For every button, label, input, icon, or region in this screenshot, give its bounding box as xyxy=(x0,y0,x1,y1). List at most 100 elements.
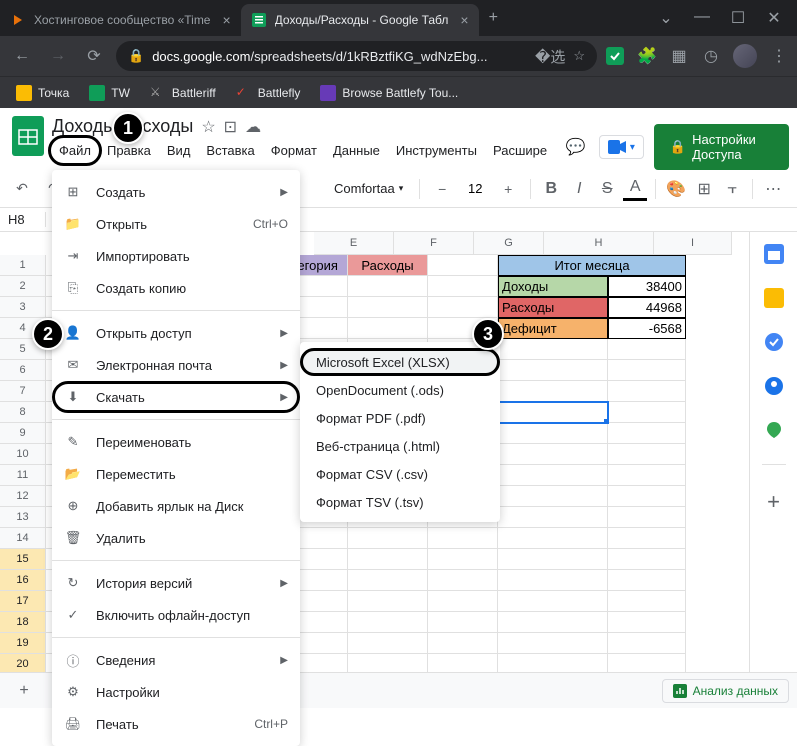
tasks-icon[interactable] xyxy=(764,332,784,352)
cell[interactable] xyxy=(428,276,498,297)
menu-item[interactable]: ⓘСведения▶ xyxy=(52,644,300,676)
cell[interactable] xyxy=(608,402,686,423)
submenu-item[interactable]: Веб-страница (.html) xyxy=(300,432,500,460)
menu-item-вставка[interactable]: Вставка xyxy=(199,139,261,162)
cell[interactable] xyxy=(608,381,686,402)
cell[interactable] xyxy=(498,570,608,591)
menu-item[interactable]: ⊕Добавить ярлык на Диск xyxy=(52,490,300,522)
row-header[interactable]: 9 xyxy=(0,423,46,444)
submenu-item[interactable]: OpenDocument (.ods) xyxy=(300,376,500,404)
meet-button[interactable]: ▾ xyxy=(599,135,644,159)
bookmark-item[interactable]: TW xyxy=(81,81,138,105)
cell[interactable] xyxy=(348,654,428,672)
undo-button[interactable]: ↶ xyxy=(8,175,36,203)
merge-button[interactable]: ⫟ xyxy=(720,177,744,201)
keep-icon[interactable] xyxy=(764,288,784,308)
row-header[interactable]: 12 xyxy=(0,486,46,507)
menu-icon[interactable]: ⋮ xyxy=(769,46,789,66)
font-select[interactable]: Comfortaa▾ xyxy=(326,181,411,196)
row-header[interactable]: 18 xyxy=(0,612,46,633)
menu-item[interactable]: ⚙Настройки xyxy=(52,676,300,708)
maps-icon[interactable] xyxy=(764,420,784,440)
cell[interactable] xyxy=(498,549,608,570)
forward-button[interactable]: → xyxy=(44,42,72,70)
menu-item[interactable]: 🖨ПечатьCtrl+P xyxy=(52,708,300,740)
translate-icon[interactable]: �选 xyxy=(535,46,565,67)
cell[interactable] xyxy=(348,318,428,339)
cell[interactable] xyxy=(348,549,428,570)
cell[interactable] xyxy=(498,612,608,633)
cell[interactable] xyxy=(348,633,428,654)
menu-item[interactable]: ⎘Создать копию xyxy=(52,272,300,304)
cell[interactable] xyxy=(498,507,608,528)
cell[interactable] xyxy=(608,339,686,360)
maximize-button[interactable]: ☐ xyxy=(729,8,747,28)
more-button[interactable]: ⋯ xyxy=(761,177,785,201)
cell[interactable] xyxy=(608,444,686,465)
menu-item-вид[interactable]: Вид xyxy=(160,139,198,162)
cell[interactable] xyxy=(428,612,498,633)
bookmark-item[interactable]: ⚔Battleriff xyxy=(142,81,224,105)
cell[interactable] xyxy=(348,591,428,612)
menu-item[interactable]: 👤Открыть доступ▶ xyxy=(52,317,300,349)
cell[interactable] xyxy=(498,423,608,444)
cell[interactable] xyxy=(498,444,608,465)
menu-item[interactable]: ✉Электронная почта▶ xyxy=(52,349,300,381)
cell[interactable] xyxy=(348,570,428,591)
cell[interactable]: Доходы xyxy=(498,276,608,297)
cell[interactable] xyxy=(428,633,498,654)
cell[interactable] xyxy=(608,486,686,507)
menu-item[interactable]: 🗑Удалить xyxy=(52,522,300,554)
cell[interactable] xyxy=(608,633,686,654)
cell[interactable]: 38400 xyxy=(608,276,686,297)
add-icon[interactable]: + xyxy=(764,489,784,509)
cell[interactable] xyxy=(498,633,608,654)
menu-item[interactable]: ↻История версий▶ xyxy=(52,567,300,599)
minimize-button[interactable]: — xyxy=(693,8,711,28)
menu-item-инструменты[interactable]: Инструменты xyxy=(389,139,484,162)
extension-icon[interactable] xyxy=(605,46,625,66)
extension-icon[interactable]: ▦ xyxy=(669,46,689,66)
close-icon[interactable]: × xyxy=(222,12,230,28)
cell[interactable] xyxy=(428,570,498,591)
move-icon[interactable]: ⊡ xyxy=(224,117,237,137)
cell[interactable] xyxy=(498,528,608,549)
cell[interactable] xyxy=(498,402,608,423)
row-header[interactable]: 15 xyxy=(0,549,46,570)
submenu-item[interactable]: Microsoft Excel (XLSX) xyxy=(300,348,500,376)
star-icon[interactable]: ☆ xyxy=(201,117,215,137)
borders-button[interactable]: ⊞ xyxy=(692,177,716,201)
cell[interactable] xyxy=(428,591,498,612)
menu-item[interactable]: ⬇Скачать▶ xyxy=(52,381,300,413)
menu-item[interactable]: ✎Переименовать xyxy=(52,426,300,458)
row-header[interactable]: 8 xyxy=(0,402,46,423)
text-color-button[interactable]: A xyxy=(623,177,647,201)
cell[interactable] xyxy=(608,654,686,672)
row-header[interactable]: 11 xyxy=(0,465,46,486)
menu-item-файл[interactable]: Файл xyxy=(52,139,98,162)
browser-tab[interactable]: Хостинговое сообщество «Time × xyxy=(0,4,241,36)
row-header[interactable]: 1 xyxy=(0,255,46,276)
row-header[interactable]: 17 xyxy=(0,591,46,612)
cell[interactable] xyxy=(608,612,686,633)
bookmark-item[interactable]: Browse Battlefy Tou... xyxy=(312,81,466,105)
cell[interactable] xyxy=(498,360,608,381)
comments-button[interactable]: 💬 xyxy=(562,129,589,165)
cell[interactable]: Дефицит xyxy=(498,318,608,339)
reload-button[interactable]: ⟳ xyxy=(80,42,108,70)
cell[interactable] xyxy=(428,528,498,549)
menu-item[interactable]: ⊞Создать▶ xyxy=(52,176,300,208)
sheets-logo-icon[interactable] xyxy=(12,116,44,156)
menu-item[interactable]: 📁ОткрытьCtrl+O xyxy=(52,208,300,240)
cell[interactable] xyxy=(348,297,428,318)
cell[interactable] xyxy=(428,255,498,276)
cell[interactable]: -6568 xyxy=(608,318,686,339)
row-header[interactable]: 2 xyxy=(0,276,46,297)
row-header[interactable]: 10 xyxy=(0,444,46,465)
row-header[interactable]: 6 xyxy=(0,360,46,381)
bookmark-item[interactable]: Точка xyxy=(8,81,77,105)
contacts-icon[interactable] xyxy=(764,376,784,396)
chevron-down-icon[interactable]: ⌄ xyxy=(657,8,675,28)
cell[interactable]: Расходы xyxy=(498,297,608,318)
new-tab-button[interactable]: + xyxy=(479,9,508,27)
